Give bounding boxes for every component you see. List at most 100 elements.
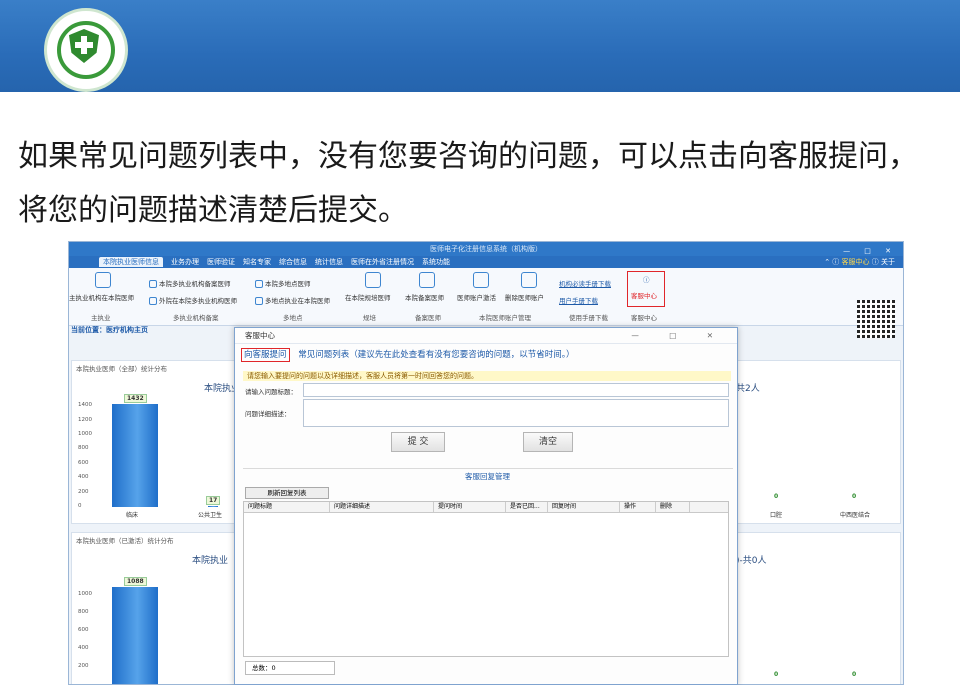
y-tick-label: 200 — [78, 488, 89, 495]
group-label: 多执业机构备案 — [173, 314, 219, 322]
toolbar-button[interactable]: 医师账户激活 — [457, 292, 496, 302]
dialog-titlebar: 客服中心 — □ ✕ — [235, 328, 737, 344]
group-label: 使用手册下载 — [569, 314, 608, 322]
x-category-label: 公共卫生 — [198, 512, 223, 519]
doc-icon — [149, 280, 157, 288]
service-dialog: 客服中心 — □ ✕ 向客服提问 常见问题列表（建议先在此处查看有没有您要咨询的… — [234, 327, 738, 685]
toolbar-button[interactable]: 在本院规培医师 — [345, 292, 391, 302]
chart-title: 本院执业 — [192, 556, 229, 566]
qr-code — [857, 300, 895, 338]
menu-item[interactable]: 系统功能 — [422, 257, 450, 267]
clear-button[interactable]: 清空 — [523, 432, 573, 452]
menu-item[interactable]: 统计信息 — [315, 257, 343, 267]
doc-icon — [149, 297, 157, 305]
y-tick-label: 400 — [78, 645, 89, 651]
menu-item[interactable]: 业务办理 — [171, 257, 199, 267]
dialog-window-controls[interactable]: — □ ✕ — [631, 328, 727, 344]
tab-ask[interactable]: 向客服提问 — [241, 348, 290, 362]
dialog-title: 客服中心 — [245, 331, 275, 340]
desc-label: 问题详细描述： — [245, 410, 291, 418]
train-icon — [365, 272, 381, 288]
question-title-input[interactable] — [303, 383, 729, 397]
y-tick-label: 1200 — [78, 416, 92, 423]
refresh-replies-button[interactable]: 刷新回复列表 — [245, 487, 329, 499]
question-desc-input[interactable] — [303, 399, 729, 427]
bar-value-label: 0 — [774, 493, 779, 500]
toolbar-button[interactable]: 删除医师账户 — [505, 292, 544, 302]
x-category-label: 中西医结合 — [840, 512, 871, 519]
toolbar-button[interactable]: 本院多地点医师 — [255, 278, 311, 288]
app-title: 医师电子化注册信息系统（机构版） — [430, 245, 542, 253]
group-label: 客服中心 — [631, 314, 657, 322]
toolbar-button[interactable]: 本院备案医师 — [405, 292, 444, 302]
info-icon: ⓘ — [643, 276, 650, 284]
service-center-button[interactable]: 客服中心 — [631, 290, 657, 300]
bar-value-label: 0 — [774, 671, 779, 678]
group-label: 本院医师账户管理 — [479, 314, 531, 322]
chart-bar[interactable] — [112, 587, 158, 684]
bar-value-label: 0 — [852, 671, 857, 678]
app-titlebar: 医师电子化注册信息系统（机构版） — □ ✕ — [69, 242, 903, 256]
replies-table: 问题标题 问题详细描述 提问时间 是否已回... 回复时间 操作 删除 — [243, 501, 729, 657]
panel-title: 本院执业医师（已激活）统计分布 — [76, 537, 174, 545]
toolbar-button[interactable]: 外院在本院多执业机构医师 — [149, 295, 237, 305]
headline-text: 如果常见问题列表中，没有您要咨询的问题，可以点击向客服提问，将您的问题描述清楚后… — [18, 139, 918, 228]
service-center-link[interactable]: 客服中心 — [842, 258, 870, 266]
bar-value-label: 1088 — [124, 577, 147, 587]
y-tick-label: 200 — [78, 663, 89, 669]
chart-title-right: 共2人 — [736, 384, 760, 394]
submit-button[interactable]: 提 交 — [391, 432, 445, 452]
dialog-tabs: 向客服提问 常见问题列表（建议先在此处查看有没有您要咨询的问题，以节省时间。） — [241, 348, 574, 362]
menu-item[interactable]: 本院执业医师信息 — [99, 257, 163, 267]
app-menubar: 本院执业医师信息 业务办理 医师验证 知名专家 综合信息 统计信息 医师在外省注… — [69, 256, 903, 268]
list-icon — [255, 297, 263, 305]
column-header[interactable]: 操作 — [620, 502, 656, 512]
logo — [44, 8, 128, 92]
y-tick-label: 1000 — [78, 591, 92, 597]
menu-right: ⌃ ⓘ 客服中心 ⓘ 关于 — [824, 258, 895, 266]
group-label: 主执业 — [91, 314, 111, 322]
menu-item[interactable]: 医师在外省注册情况 — [351, 257, 414, 267]
register-icon — [419, 272, 435, 288]
about-link[interactable]: 关于 — [881, 258, 895, 266]
user-manual-link[interactable]: 用户手册下载 — [559, 295, 598, 305]
column-header[interactable]: 是否已回... — [506, 502, 548, 512]
toolbar-button[interactable]: 多地点执业在本院医师 — [255, 295, 330, 305]
tab-faq[interactable]: 常见问题列表（建议先在此处查看有没有您要咨询的问题，以节省时间。） — [298, 350, 574, 360]
group-label: 多地点 — [283, 314, 303, 322]
menu-item[interactable]: 综合信息 — [279, 257, 307, 267]
header-banner — [0, 0, 960, 92]
y-tick-label: 600 — [78, 459, 89, 466]
menu-item[interactable]: 知名专家 — [243, 257, 271, 267]
doctor-icon — [95, 272, 111, 288]
chart-bar[interactable] — [208, 505, 218, 507]
menu-item[interactable]: 医师验证 — [207, 257, 235, 267]
bar-value-label: 1432 — [124, 393, 147, 403]
column-header[interactable]: 删除 — [656, 502, 690, 512]
y-tick-label: 0 — [78, 503, 82, 509]
x-category-label: 口腔 — [770, 512, 783, 519]
group-label: 规培 — [363, 314, 376, 322]
column-header[interactable]: 问题详细描述 — [330, 502, 434, 512]
title-label: 请输入问题标题： — [245, 388, 297, 396]
x-category-label: 临床 — [126, 512, 139, 519]
breadcrumb: 当前位置：医疗机构主页 — [71, 326, 148, 334]
app-window-controls[interactable]: — □ ✕ — [843, 244, 897, 258]
panel-title: 本院执业医师（全部）统计分布 — [76, 365, 167, 373]
toolbar-button[interactable]: 本院多执业机构备案医师 — [149, 278, 231, 288]
y-tick-label: 800 — [78, 445, 89, 452]
manual-download-link[interactable]: 机构必读手册下载 — [559, 278, 611, 288]
y-tick-label: 800 — [78, 609, 89, 615]
column-header[interactable]: 回复时间 — [548, 502, 620, 512]
notice-bar: 请您输入要提问的问题以及详细描述，客服人员将第一时间回答您的问题。 — [243, 371, 731, 381]
column-header[interactable]: 提问时间 — [434, 502, 506, 512]
group-label: 备案医师 — [415, 314, 441, 322]
lightbulb-icon — [473, 272, 489, 288]
toolbar-button[interactable]: 主执业机构在本院医师 — [69, 292, 134, 302]
delete-account-icon — [521, 272, 537, 288]
chart-bar[interactable] — [112, 403, 158, 507]
total-count: 总数：0 — [245, 661, 335, 675]
table-header: 问题标题 问题详细描述 提问时间 是否已回... 回复时间 操作 删除 — [244, 502, 728, 513]
column-header[interactable]: 问题标题 — [244, 502, 330, 512]
bar-value-label: 17 — [206, 495, 221, 505]
